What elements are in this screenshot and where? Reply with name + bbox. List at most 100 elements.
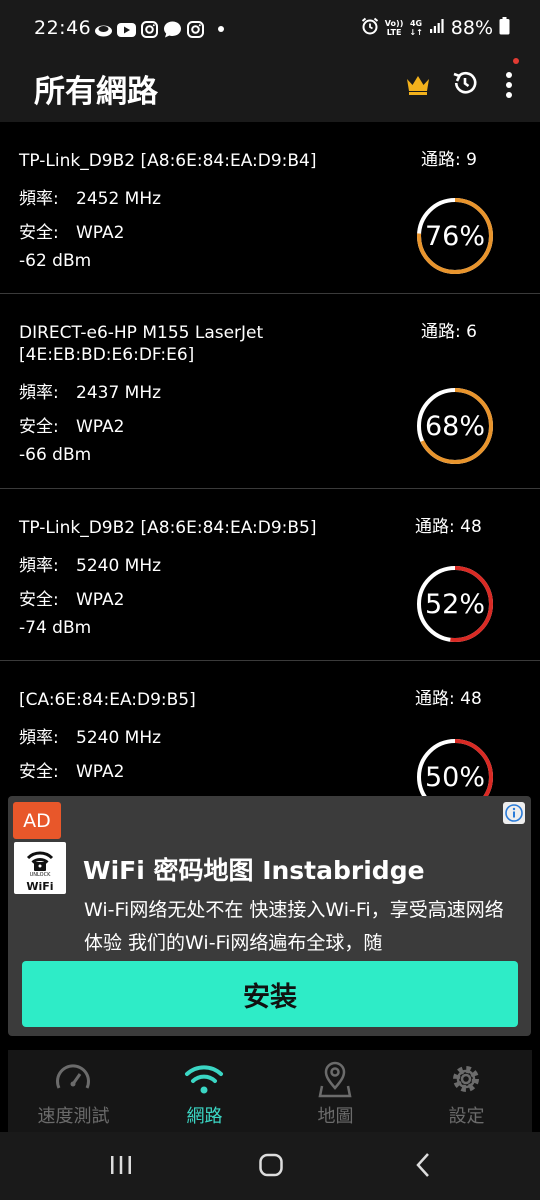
battery-icon — [499, 17, 510, 39]
channel-value: 48 — [460, 689, 482, 709]
map-pin-icon — [318, 1061, 352, 1098]
security-label: 安全: — [19, 223, 59, 243]
nav-map[interactable]: 地圖 — [270, 1050, 401, 1132]
security-row: 安全: WPA2 — [19, 218, 124, 243]
security-row: 安全: WPA2 — [19, 412, 124, 437]
gear-icon — [453, 1066, 479, 1092]
wifi-icon — [185, 1065, 223, 1094]
gauge-percent: 76% — [424, 220, 485, 252]
security-label: 安全: — [19, 762, 59, 782]
nav-label: 設定 — [448, 1106, 485, 1127]
security-label: 安全: — [19, 590, 59, 610]
nav-label: 地圖 — [317, 1106, 354, 1127]
app-bar: 所有網路 — [0, 58, 540, 122]
notification-dot — [513, 58, 519, 64]
security-value: WPA2 — [76, 223, 125, 243]
ad-title[interactable]: WiFi 密码地图 Instabridge — [83, 851, 425, 887]
network-ssid: DIRECT-e6-HP M155 LaserJet [4E:EB:BD:E6:… — [19, 323, 264, 365]
signal-gauge: 68% — [415, 386, 495, 466]
nav-settings[interactable]: 設定 — [401, 1050, 532, 1132]
frequency-label: 頻率: — [19, 383, 59, 403]
gen-bottom-text: ↓↑ — [409, 28, 423, 37]
channel-value: 6 — [466, 322, 477, 342]
volte-indicator: Vo)) LTE — [385, 19, 404, 37]
channel-label: 通路: — [415, 517, 455, 537]
frequency-value: 5240 MHz — [76, 728, 162, 748]
network-ssid: [CA:6E:84:EA:D9:B5] — [19, 690, 196, 710]
security-value: WPA2 — [76, 762, 125, 782]
frequency-label: 頻率: — [19, 189, 59, 209]
ad-badge: AD — [13, 802, 61, 839]
network-item[interactable]: [CA:6E:84:EA:D9:B5] 頻率: 5240 MHz 安全: WPA2 … — [0, 661, 540, 802]
security-value: WPA2 — [76, 590, 125, 610]
notification-icons — [94, 20, 205, 39]
history-icon[interactable] — [450, 68, 480, 102]
signal-gauge: 52% — [415, 564, 495, 644]
signal-strength: -66 dBm — [19, 445, 92, 465]
instagram-icon — [140, 20, 159, 39]
channel-info: 通路: 6 — [421, 317, 477, 342]
page-title: 所有網路 — [34, 74, 158, 110]
cloud-notification-icon — [94, 20, 113, 39]
channel-info: 通路: 48 — [415, 684, 482, 709]
wifi-lock-icon — [26, 851, 54, 871]
nav-network[interactable]: 網路 — [139, 1050, 270, 1132]
security-row: 安全: WPA2 — [19, 757, 124, 782]
nav-speed-test[interactable]: 速度測試 — [8, 1050, 139, 1132]
system-status-icons: Vo)) LTE 4G ↓↑ 88% — [361, 17, 510, 39]
channel-label: 通路: — [421, 322, 461, 342]
bottom-nav: 速度測試 網路 地圖 設定 — [8, 1050, 532, 1132]
network-item[interactable]: TP-Link_D9B2 [A8:6E:84:EA:D9:B4] 頻率: 2452… — [0, 122, 540, 294]
crown-icon[interactable] — [404, 70, 432, 102]
system-nav-bar — [0, 1132, 540, 1200]
gen-top-text: 4G — [409, 19, 423, 28]
channel-info: 通路: 9 — [421, 145, 477, 170]
security-row: 安全: WPA2 — [19, 585, 124, 610]
ad-banner[interactable]: AD UNLOCK WiFi WiFi 密码地图 Instabridge Wi-… — [8, 796, 531, 1036]
network-list[interactable]: TP-Link_D9B2 [A8:6E:84:EA:D9:B4] 頻率: 2452… — [0, 122, 540, 802]
install-button[interactable]: 安装 — [22, 961, 518, 1027]
chat-bubble-icon — [163, 20, 182, 39]
ad-logo-top: UNLOCK — [29, 872, 51, 878]
signal-bars-icon — [429, 18, 445, 38]
status-time: 22:46 — [34, 17, 92, 39]
volte-bottom-text: LTE — [386, 28, 402, 37]
volte-top-text: Vo)) — [384, 19, 404, 28]
recent-apps-icon[interactable] — [108, 1150, 134, 1180]
home-icon[interactable] — [257, 1150, 285, 1180]
youtube-icon — [117, 20, 136, 39]
network-gen-indicator: 4G ↓↑ — [409, 19, 422, 37]
frequency-row: 頻率: 2437 MHz — [19, 378, 161, 403]
channel-info: 通路: 48 — [415, 512, 482, 537]
network-item[interactable]: DIRECT-e6-HP M155 LaserJet [4E:EB:BD:E6:… — [0, 294, 540, 489]
signal-strength: -74 dBm — [19, 618, 92, 638]
alarm-icon — [361, 17, 379, 39]
ad-info-icon[interactable] — [503, 802, 525, 824]
network-ssid: TP-Link_D9B2 [A8:6E:84:EA:D9:B4] — [19, 151, 317, 171]
frequency-value: 5240 MHz — [76, 556, 162, 576]
ad-description: Wi-Fi网络无处不在 快速接入Wi-Fi，享受高速网络体验 我们的Wi-Fi网… — [84, 899, 504, 954]
channel-value: 9 — [466, 150, 477, 170]
frequency-row: 頻率: 2452 MHz — [19, 184, 161, 209]
back-icon[interactable] — [410, 1150, 436, 1180]
nav-label: 速度測試 — [37, 1106, 110, 1127]
signal-gauge: 50% — [415, 737, 495, 802]
frequency-value: 2437 MHz — [76, 383, 162, 403]
more-notifications-dot — [218, 26, 224, 32]
network-item[interactable]: TP-Link_D9B2 [A8:6E:84:EA:D9:B5] 頻率: 5240… — [0, 489, 540, 661]
speedometer-icon — [56, 1064, 90, 1089]
frequency-label: 頻率: — [19, 556, 59, 576]
channel-value: 48 — [460, 517, 482, 537]
channel-label: 通路: — [421, 150, 461, 170]
channel-label: 通路: — [415, 689, 455, 709]
instagram-icon-2 — [186, 20, 205, 39]
nav-label: 網路 — [186, 1106, 223, 1127]
network-ssid: TP-Link_D9B2 [A8:6E:84:EA:D9:B5] — [19, 518, 317, 538]
frequency-value: 2452 MHz — [76, 189, 162, 209]
frequency-row: 頻率: 5240 MHz — [19, 551, 161, 576]
frequency-label: 頻率: — [19, 728, 59, 748]
more-vert-icon[interactable] — [500, 68, 518, 106]
signal-strength: -62 dBm — [19, 251, 92, 271]
ad-app-logo[interactable]: UNLOCK WiFi — [14, 842, 66, 894]
battery-percent: 88% — [450, 17, 493, 39]
